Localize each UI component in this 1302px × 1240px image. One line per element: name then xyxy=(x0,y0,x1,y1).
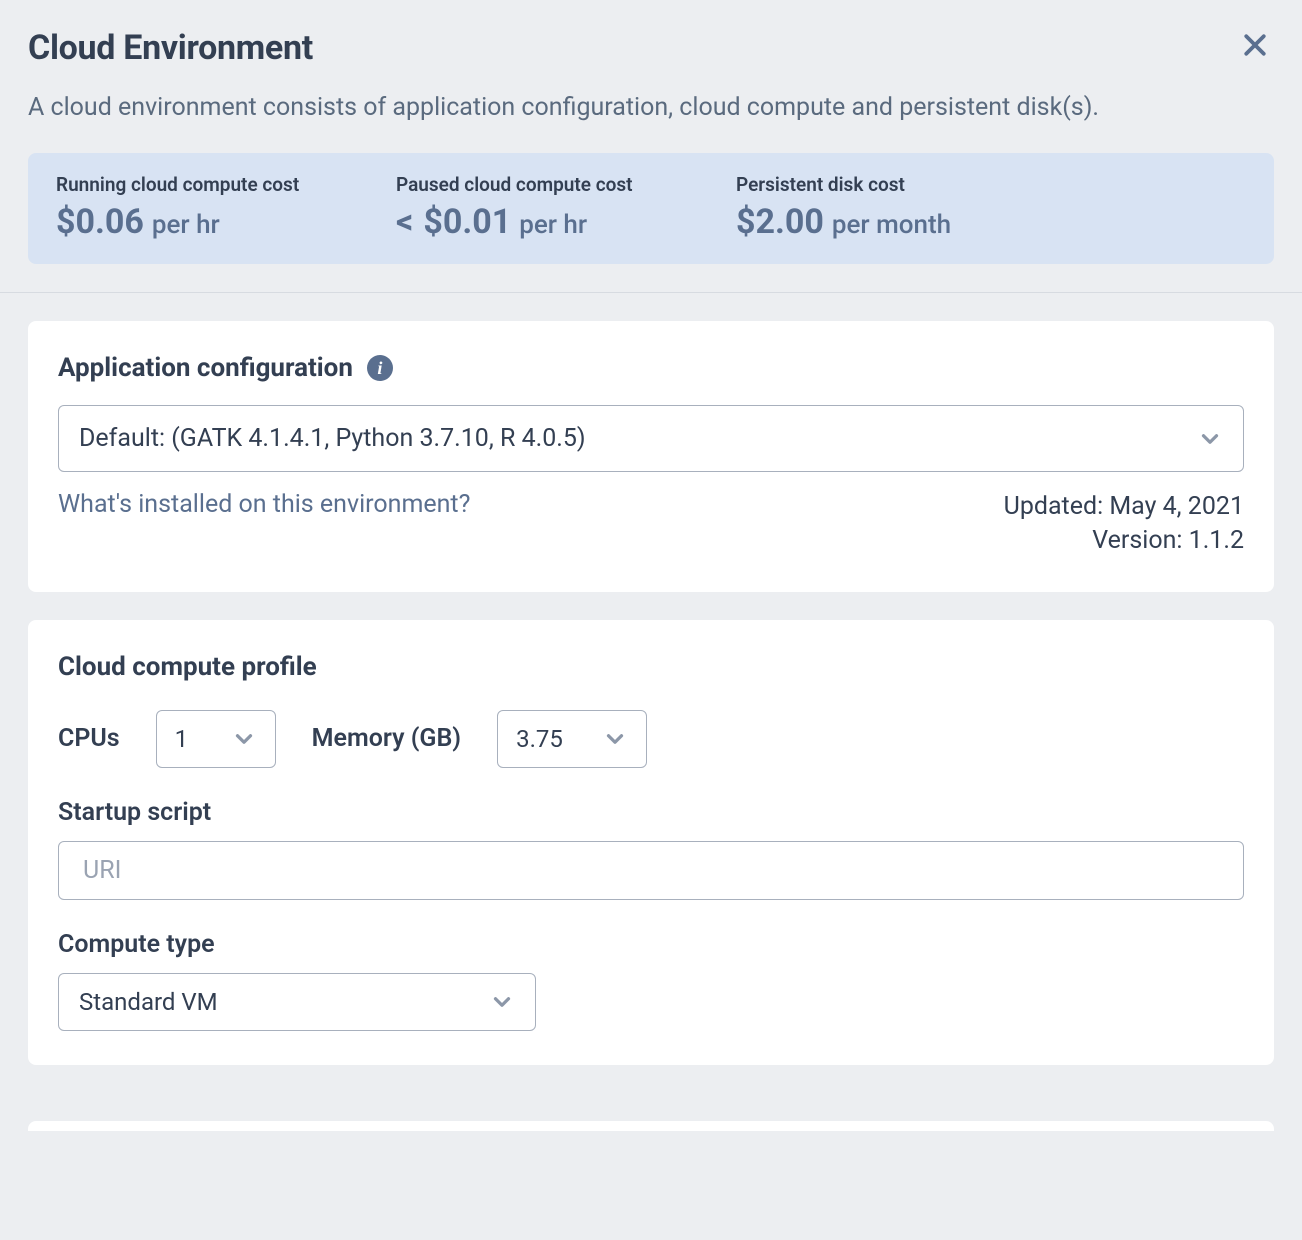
app-config-select[interactable]: Default: (GATK 4.1.4.1, Python 3.7.10, R… xyxy=(58,405,1244,472)
installed-link[interactable]: What's installed on this environment? xyxy=(58,490,470,519)
cost-disk-label: Persistent disk cost xyxy=(736,173,951,196)
cost-running-unit: per hr xyxy=(152,210,220,240)
cost-panel: Running cloud compute cost $0.06 per hr … xyxy=(28,153,1274,264)
cpus-label: CPUs xyxy=(58,724,120,753)
chevron-down-icon xyxy=(1197,426,1223,452)
chevron-down-icon xyxy=(231,726,257,752)
memory-value: 3.75 xyxy=(516,725,563,753)
cost-paused: Paused cloud compute cost < $0.01 per hr xyxy=(396,173,736,242)
page-title: Cloud Environment xyxy=(28,28,313,68)
cost-running: Running cloud compute cost $0.06 per hr xyxy=(56,173,396,242)
cost-disk-amount: $2.00 xyxy=(736,202,824,242)
compute-profile-heading: Cloud compute profile xyxy=(58,652,317,682)
page-subtitle: A cloud environment consists of applicat… xyxy=(28,90,1268,125)
app-config-card: Application configuration i Default: (GA… xyxy=(28,321,1274,592)
memory-label: Memory (GB) xyxy=(312,724,461,753)
cost-running-label: Running cloud compute cost xyxy=(56,173,396,196)
cost-disk: Persistent disk cost $2.00 per month xyxy=(736,173,951,242)
cost-paused-amount: $0.01 xyxy=(423,202,511,242)
app-config-heading: Application configuration xyxy=(58,353,353,383)
close-button[interactable] xyxy=(1236,26,1274,64)
close-icon xyxy=(1240,30,1270,60)
memory-select[interactable]: 3.75 xyxy=(497,710,647,768)
chevron-down-icon xyxy=(602,726,628,752)
cpus-select[interactable]: 1 xyxy=(156,710,276,768)
cost-paused-prefix: < xyxy=(396,202,413,242)
cost-running-amount: $0.06 xyxy=(56,202,144,242)
app-config-version: Version: 1.1.2 xyxy=(1004,524,1244,558)
cost-paused-unit: per hr xyxy=(519,210,587,240)
compute-type-label: Compute type xyxy=(58,930,1244,959)
startup-label: Startup script xyxy=(58,798,1244,827)
info-icon[interactable]: i xyxy=(367,355,393,381)
chevron-down-icon xyxy=(489,989,515,1015)
cost-paused-label: Paused cloud compute cost xyxy=(396,173,736,196)
compute-type-select[interactable]: Standard VM xyxy=(58,973,536,1031)
compute-type-value: Standard VM xyxy=(79,988,218,1016)
app-config-selected: Default: (GATK 4.1.4.1, Python 3.7.10, R… xyxy=(79,424,586,453)
next-card-peek xyxy=(28,1121,1274,1131)
compute-profile-card: Cloud compute profile CPUs 1 Memory (GB)… xyxy=(28,620,1274,1065)
cpus-value: 1 xyxy=(175,725,189,753)
cost-disk-unit: per month xyxy=(832,210,951,240)
app-config-meta: Updated: May 4, 2021 Version: 1.1.2 xyxy=(1004,490,1244,558)
startup-script-input[interactable] xyxy=(58,841,1244,900)
app-config-updated: Updated: May 4, 2021 xyxy=(1004,490,1244,524)
